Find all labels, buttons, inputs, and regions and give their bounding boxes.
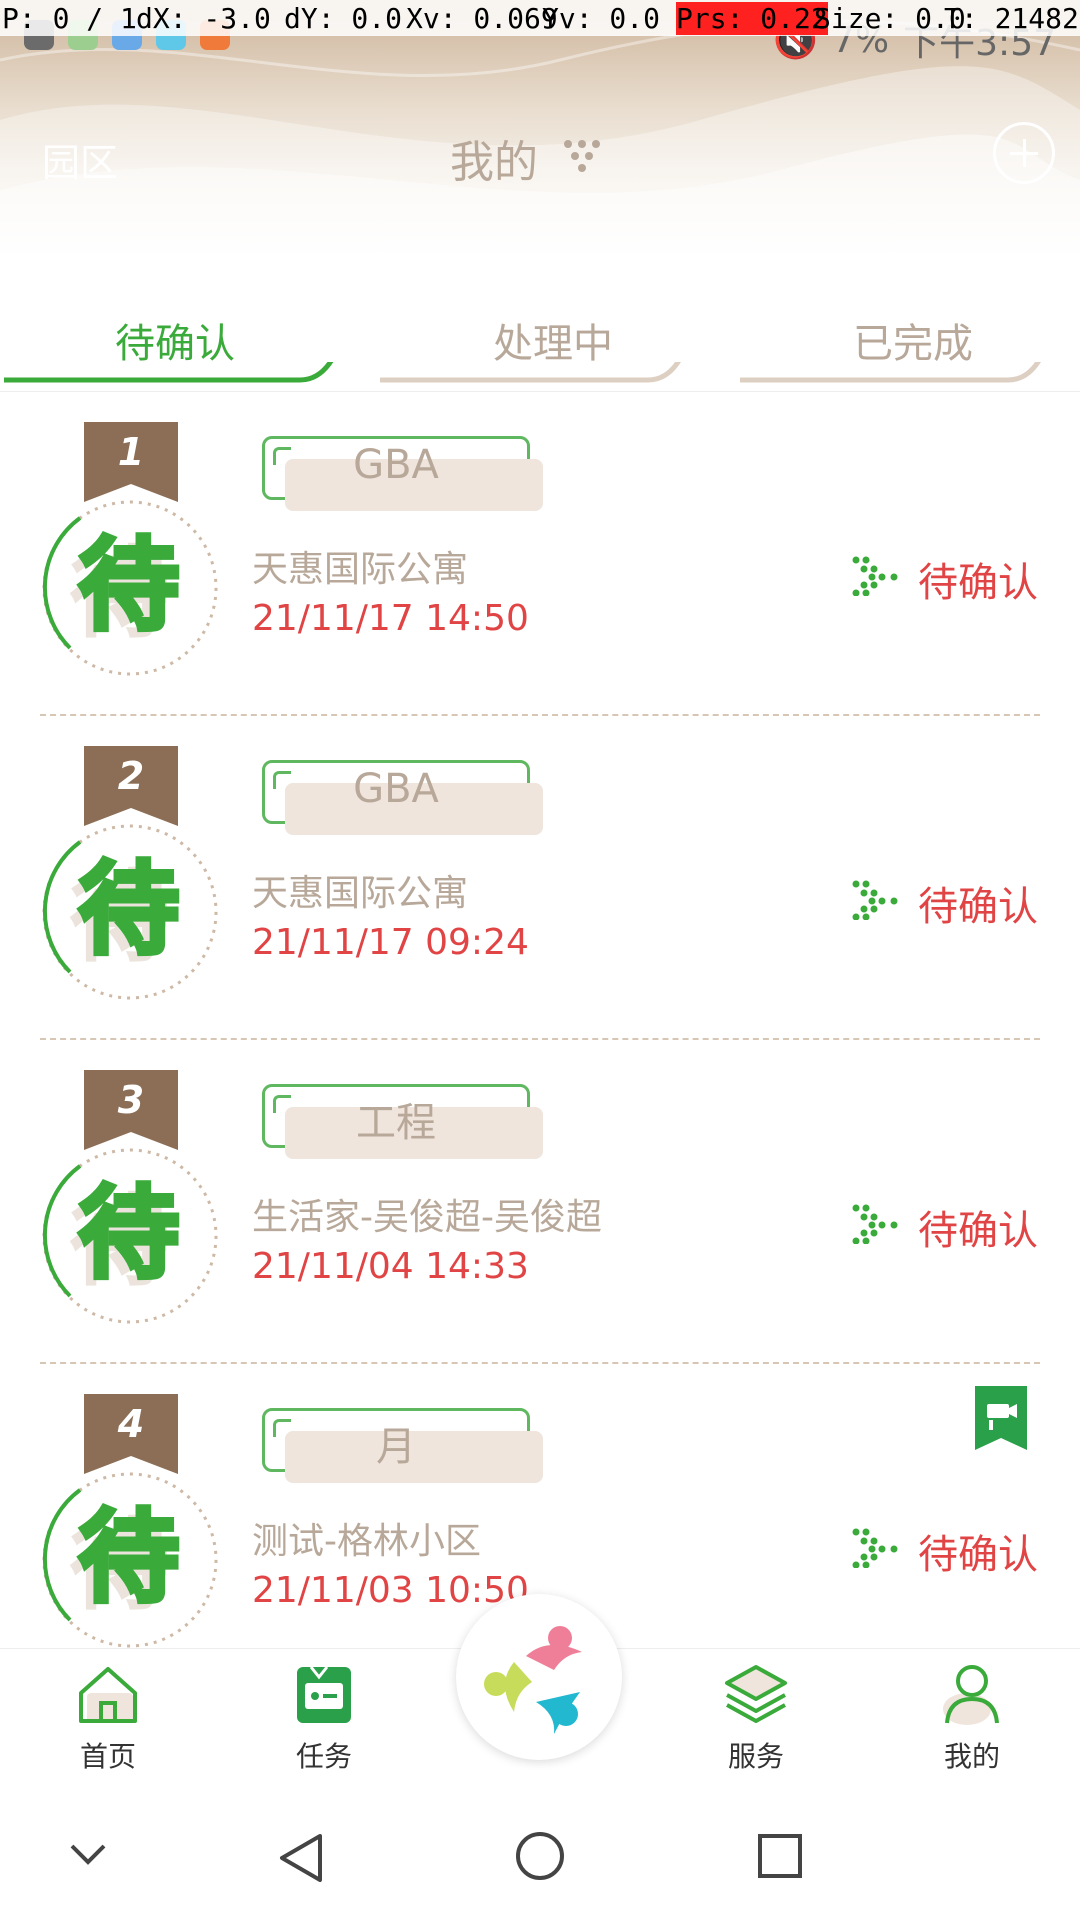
pending-glyph: 待	[77, 849, 182, 971]
status-label: 待确认	[918, 560, 1038, 606]
tab-label: 待确认	[115, 321, 235, 367]
list-item[interactable]: 1 待 GBA 天惠国际公寓 21/11/17 14:50 待确认	[0, 392, 1080, 716]
home-circle-icon[interactable]	[514, 1830, 566, 1882]
debug-pointer: P: 0 / 1	[2, 2, 137, 35]
chevron-down-icon[interactable]	[68, 1842, 108, 1866]
status-arrow-icon	[852, 1204, 898, 1244]
pending-glyph: 待	[77, 525, 182, 647]
category-tag-label: GBA	[353, 766, 439, 812]
site-name: 生活家-吴俊超-吴俊超	[252, 1197, 602, 1238]
team-logo-icon	[484, 1626, 582, 1734]
tab-underline	[380, 362, 681, 383]
site-name: 测试-格林小区	[252, 1521, 481, 1562]
debug-size: Size: 0.0	[814, 2, 966, 35]
rank-number: 2	[117, 754, 145, 798]
timestamp: 21/11/04 14:33	[252, 1246, 529, 1287]
user-icon	[943, 1665, 999, 1725]
nav-service[interactable]: 服务	[696, 1659, 816, 1775]
nav-home[interactable]: 首页	[48, 1659, 168, 1775]
camera-flag-icon	[975, 1386, 1027, 1450]
category-tag-label: 月	[376, 1424, 416, 1470]
dots-dropdown-icon	[564, 140, 600, 172]
status-tabs: 待确认 处理中 已完成	[0, 300, 1080, 392]
page-title: 我的	[450, 137, 538, 188]
debug-xv: Xv: 0.069	[406, 2, 558, 35]
pending-glyph: 待	[77, 1173, 182, 1295]
status-label: 待确认	[918, 1208, 1038, 1254]
layers-icon	[725, 1665, 787, 1723]
timestamp: 21/11/17 09:24	[252, 922, 529, 963]
list-item[interactable]: 2 待 GBA 天惠国际公寓 21/11/17 09:24 待确认	[0, 716, 1080, 1040]
park-button[interactable]: 园区	[42, 132, 118, 187]
status-arrow-icon	[852, 880, 898, 920]
category-tag-label: 工程	[356, 1100, 436, 1146]
category-tag-label: GBA	[353, 442, 439, 488]
tab-label: 已完成	[853, 321, 973, 367]
status-arrow-icon	[852, 1528, 898, 1568]
tab-pending[interactable]: 待确认	[0, 300, 350, 383]
rank-number: 4	[117, 1402, 145, 1446]
nav-mine[interactable]: 我的	[912, 1659, 1032, 1775]
debug-dx: dX: -3.0	[136, 2, 271, 35]
rank-number: 3	[117, 1078, 145, 1122]
debug-t: T: 214828	[944, 2, 1080, 35]
nav-task[interactable]: 任务	[264, 1659, 384, 1775]
title-bar: 园区 我的	[0, 110, 1080, 200]
tab-label: 处理中	[493, 321, 613, 367]
status-arrow-icon	[852, 556, 898, 596]
task-icon	[297, 1666, 351, 1723]
center-action-button[interactable]	[456, 1594, 622, 1760]
nav-label: 首页	[79, 1740, 136, 1773]
back-icon[interactable]	[278, 1832, 324, 1884]
nav-label: 我的	[943, 1740, 1000, 1773]
list-item[interactable]: 3 待 工程 生活家-吴俊超-吴俊超 21/11/04 14:33 待确认	[0, 1040, 1080, 1364]
system-nav-bar	[0, 1798, 1080, 1920]
nav-label: 任务	[295, 1740, 352, 1773]
debug-prs: Prs: 0.22	[676, 2, 828, 35]
debug-yv: Yv: 0.0	[542, 2, 661, 35]
tab-processing[interactable]: 处理中	[378, 300, 728, 383]
debug-overlay: P: 0 / 1 dX: -3.0 dY: 0.0 Xv: 0.069 Yv: …	[0, 0, 1080, 36]
rank-number: 1	[117, 430, 145, 474]
pending-glyph: 待	[77, 1497, 182, 1619]
status-label: 待确认	[918, 884, 1038, 930]
tab-underline	[4, 362, 334, 383]
site-name: 天惠国际公寓	[252, 873, 469, 914]
home-icon	[79, 1667, 137, 1723]
debug-dy: dY: 0.0	[284, 2, 403, 35]
site-name: 天惠国际公寓	[252, 549, 469, 590]
tab-underline	[740, 362, 1041, 383]
timestamp: 21/11/17 14:50	[252, 598, 529, 639]
title-group[interactable]: 我的	[450, 126, 602, 190]
add-button[interactable]	[993, 122, 1055, 184]
recents-icon[interactable]	[756, 1832, 804, 1880]
nav-label: 服务	[727, 1740, 784, 1773]
tab-completed[interactable]: 已完成	[738, 300, 1080, 383]
status-label: 待确认	[918, 1532, 1038, 1578]
